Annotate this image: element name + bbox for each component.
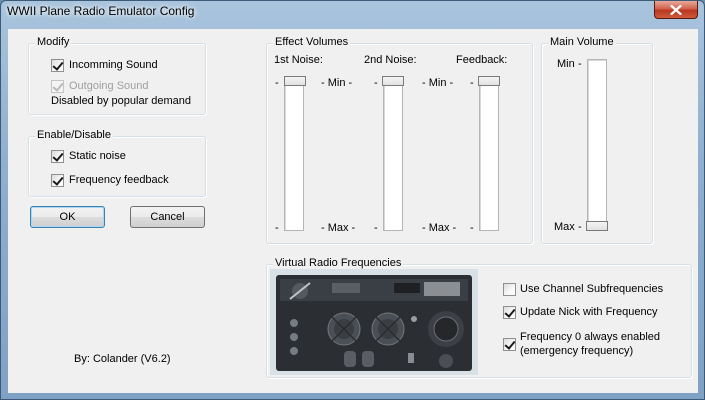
- feedback-max-tick: -: [470, 222, 474, 234]
- freq0-enabled-checkbox[interactable]: [503, 338, 516, 351]
- outgoing-sound-checkbox: [51, 80, 64, 93]
- noise2-max-label: - Max -: [422, 222, 457, 234]
- noise1-min-label: - Min -: [321, 77, 353, 89]
- ok-button-label: OK: [59, 211, 76, 223]
- main-volume-group-label: Main Volume: [548, 36, 616, 48]
- noise2-slider-thumb[interactable]: [382, 76, 404, 86]
- noise1-min-tick: -: [275, 77, 279, 89]
- noise2-slider-track[interactable]: [383, 77, 403, 231]
- feedback-slider-track[interactable]: [479, 77, 499, 231]
- feedback-label: Feedback:: [456, 54, 508, 66]
- enable-disable-group-label: Enable/Disable: [35, 129, 113, 141]
- noise1-max-tick: -: [275, 222, 279, 234]
- effect-volumes-group-label: Effect Volumes: [273, 36, 351, 48]
- ok-button[interactable]: OK: [30, 206, 105, 228]
- radio-set-image: [270, 269, 478, 375]
- radio-set-illustration: [270, 269, 478, 375]
- frequency-feedback-label[interactable]: Frequency feedback: [69, 174, 169, 186]
- noise1-max-label: - Max -: [321, 222, 356, 234]
- noise2-label: 2nd Noise:: [364, 54, 417, 66]
- main-volume-max-tick: -: [578, 221, 582, 233]
- main-volume-min-label: Min: [557, 58, 575, 70]
- freq0-enabled-label-line1[interactable]: Frequency 0 always enabled: [520, 331, 660, 343]
- title-bar[interactable]: WWII Plane Radio Emulator Config: [1, 1, 704, 23]
- static-noise-label[interactable]: Static noise: [69, 150, 126, 162]
- update-nick-label[interactable]: Update Nick with Frequency: [520, 306, 658, 318]
- window-title: WWII Plane Radio Emulator Config: [7, 4, 195, 18]
- noise2-max-tick: -: [374, 222, 378, 234]
- noise2-min-tick: -: [374, 77, 378, 89]
- use-subfrequencies-label[interactable]: Use Channel Subfrequencies: [520, 283, 663, 295]
- close-button[interactable]: [654, 1, 698, 19]
- outgoing-sound-label: Outgoing Sound: [69, 80, 149, 92]
- close-icon: [670, 4, 682, 15]
- config-window: WWII Plane Radio Emulator Config Modify …: [0, 0, 705, 400]
- main-volume-max-label: Max: [554, 221, 575, 233]
- incoming-sound-checkbox[interactable]: [51, 59, 64, 72]
- incoming-sound-label[interactable]: Incomming Sound: [69, 59, 158, 71]
- enable-disable-group: Enable/Disable: [28, 129, 206, 197]
- noise1-slider-thumb[interactable]: [284, 76, 306, 86]
- static-noise-checkbox[interactable]: [51, 150, 64, 163]
- modify-group-label: Modify: [35, 36, 72, 48]
- cancel-button-label: Cancel: [150, 211, 185, 223]
- use-subfrequencies-checkbox[interactable]: [503, 283, 516, 296]
- update-nick-checkbox[interactable]: [503, 306, 516, 319]
- feedback-min-tick: -: [470, 77, 474, 89]
- credit-text: By: Colander (V6.2): [74, 353, 171, 365]
- virtual-radio-group-label: Virtual Radio Frequencies: [273, 257, 404, 269]
- main-volume-slider-thumb[interactable]: [586, 221, 608, 231]
- noise2-min-label: - Min -: [422, 77, 454, 89]
- client-area: Modify Incomming Sound Outgoing Sound Di…: [8, 29, 698, 393]
- feedback-slider-thumb[interactable]: [478, 76, 500, 86]
- frequency-feedback-checkbox[interactable]: [51, 174, 64, 187]
- noise1-label: 1st Noise:: [274, 54, 323, 66]
- disabled-note: Disabled by popular demand: [51, 95, 192, 107]
- cancel-button[interactable]: Cancel: [130, 206, 205, 228]
- main-volume-min-tick: -: [578, 58, 582, 70]
- noise1-slider-track[interactable]: [284, 77, 304, 231]
- main-volume-slider-track[interactable]: [587, 59, 607, 231]
- freq0-enabled-label-line2[interactable]: (emergency frequency): [520, 345, 633, 357]
